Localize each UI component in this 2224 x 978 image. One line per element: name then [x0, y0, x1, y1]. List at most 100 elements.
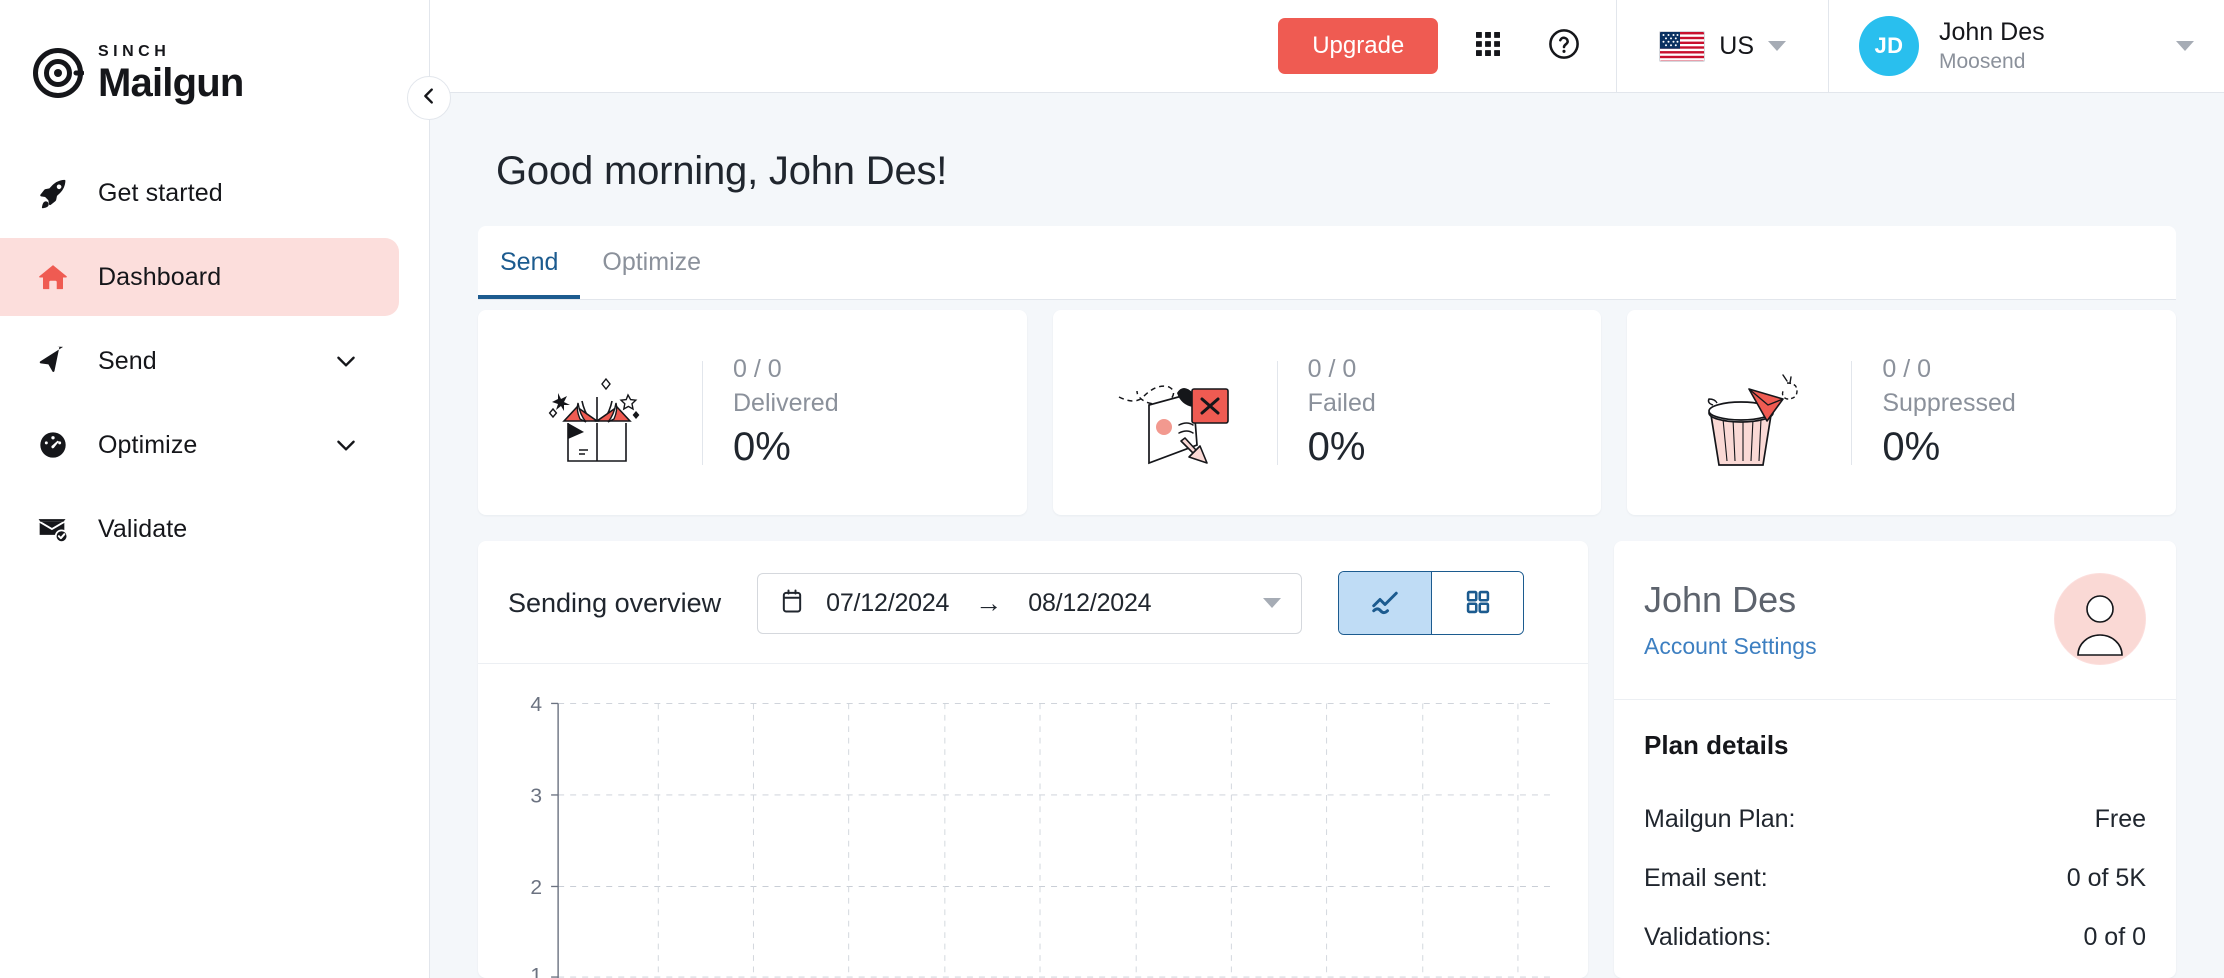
right-pane: Upgrade [430, 0, 2224, 978]
sidebar-collapse-button[interactable] [407, 76, 451, 120]
line-chart-icon [1370, 587, 1400, 620]
view-toggle-chart[interactable] [1339, 572, 1431, 634]
sending-overview-chart[interactable]: 4 3 2 1 [478, 664, 1588, 978]
grid-cards-icon [1464, 588, 1492, 619]
sending-overview-card: Sending overview 07/12/2024 → [478, 541, 1588, 978]
plan-row-validations: Validations: 0 of 0 [1644, 909, 2146, 968]
account-settings-link[interactable]: Account Settings [1644, 633, 1817, 660]
stat-label: Failed [1308, 387, 1376, 421]
brand-mailgun-text: Mailgun [98, 63, 244, 103]
chevron-left-icon [418, 85, 440, 112]
brand-logo[interactable]: SINCH Mailgun [0, 14, 429, 118]
stat-card-delivered[interactable]: 0 / 0 Delivered 0% [478, 310, 1027, 515]
stat-ratio: 0 / 0 [733, 353, 839, 387]
plan-row-label: Email sent: [1644, 864, 1768, 893]
stat-label: Suppressed [1882, 387, 2015, 421]
lower-row: Sending overview 07/12/2024 → [478, 541, 2176, 978]
y-tick-label: 3 [530, 785, 542, 807]
envelope-check-icon [34, 510, 72, 548]
gauge-icon [34, 426, 72, 464]
stat-percent: 0% [1882, 422, 2015, 472]
view-toggle-group [1338, 571, 1524, 635]
sidebar-item-dashboard[interactable]: Dashboard [0, 238, 399, 316]
tab-optimize[interactable]: Optimize [580, 226, 723, 299]
open-box-confetti-illustration [502, 338, 692, 488]
sending-overview-header: Sending overview 07/12/2024 → [478, 541, 1588, 664]
help-button[interactable] [1538, 20, 1590, 72]
user-menu[interactable]: JD John Des Moosend [1829, 0, 2224, 92]
paper-plane-icon [34, 342, 72, 380]
sidebar-item-label: Optimize [98, 431, 197, 460]
plan-row-label: Mailgun Plan: [1644, 805, 1795, 834]
profile-card: John Des Account Settings [1614, 541, 2176, 978]
sidebar: SINCH Mailgun Get started [0, 0, 430, 978]
stat-percent: 0% [733, 422, 839, 472]
plan-row-mailgun-plan: Mailgun Plan: Free [1644, 791, 2146, 850]
sidebar-item-send[interactable]: Send [0, 322, 399, 400]
profile-name: John Des [1644, 578, 1817, 621]
header-actions-group: Upgrade [1252, 0, 1616, 92]
mailgun-at-logo-icon [32, 47, 84, 99]
caret-down-icon [1768, 41, 1786, 51]
plan-row-value: 0 of 0 [2083, 923, 2146, 952]
top-header: Upgrade [430, 0, 2224, 93]
chevron-down-icon[interactable] [333, 348, 359, 374]
caret-down-icon [2176, 41, 2194, 51]
sidebar-item-label: Dashboard [98, 263, 221, 292]
stat-percent: 0% [1308, 422, 1376, 472]
plan-row-email-sent: Email sent: 0 of 5K [1644, 850, 2146, 909]
region-label: US [1719, 32, 1754, 61]
stat-divider [1277, 361, 1278, 465]
y-tick-label: 2 [530, 877, 542, 899]
account-sidebar-column: John Des Account Settings [1614, 541, 2176, 978]
sidebar-item-label: Get started [98, 179, 223, 208]
plan-details-title: Plan details [1644, 730, 2146, 761]
y-tick-label: 1 [530, 964, 542, 978]
stat-card-failed[interactable]: 0 / 0 Failed 0% [1053, 310, 1602, 515]
profile-header: John Des Account Settings [1614, 541, 2176, 700]
sending-overview-title: Sending overview [508, 588, 721, 619]
stat-ratio: 0 / 0 [1308, 353, 1376, 387]
region-selector[interactable]: US [1617, 0, 1828, 92]
question-circle-icon [1547, 27, 1581, 66]
sidebar-item-get-started[interactable]: Get started [0, 154, 399, 232]
date-start-value: 07/12/2024 [826, 589, 949, 618]
user-org: Moosend [1939, 50, 2045, 74]
main-content: Good morning, John Des! Send Optimize [430, 93, 2224, 978]
date-end-value: 08/12/2024 [1028, 589, 1151, 618]
trash-envelope-illustration [1651, 338, 1841, 488]
sidebar-item-label: Validate [98, 515, 187, 544]
caret-down-icon[interactable] [1263, 598, 1281, 608]
upgrade-button[interactable]: Upgrade [1278, 18, 1438, 75]
tabs: Send Optimize [478, 226, 2176, 299]
stat-card-suppressed[interactable]: 0 / 0 Suppressed 0% [1627, 310, 2176, 515]
home-icon [34, 258, 72, 296]
failed-letter-illustration [1077, 338, 1267, 488]
apps-grid-button[interactable] [1462, 20, 1514, 72]
page-title: Good morning, John Des! [496, 149, 2176, 194]
avatar: JD [1859, 16, 1919, 76]
user-avatar-icon [2054, 573, 2146, 665]
sidebar-item-label: Send [98, 347, 157, 376]
stat-label: Delivered [733, 387, 839, 421]
y-tick-label: 4 [530, 694, 542, 716]
plan-details-section: Plan details Mailgun Plan: Free Email se… [1614, 700, 2176, 968]
app-root: SINCH Mailgun Get started [0, 0, 2224, 978]
brand-sinch-text: SINCH [98, 44, 244, 60]
view-toggle-grid[interactable] [1431, 572, 1523, 634]
sidebar-item-validate[interactable]: Validate [0, 490, 399, 568]
rocket-icon [34, 174, 72, 212]
date-range-picker[interactable]: 07/12/2024 → 08/12/2024 [757, 573, 1302, 634]
plan-row-label: Validations: [1644, 923, 1771, 952]
plan-row-value: 0 of 5K [2067, 864, 2146, 893]
plan-row-value: Free [2095, 805, 2146, 834]
chart-svg: 4 3 2 1 [498, 692, 1560, 978]
stats-row: 0 / 0 Delivered 0% [478, 310, 2176, 515]
date-range-arrow-icon: → [975, 588, 1002, 619]
tabs-container: Send Optimize [478, 226, 2176, 300]
stat-divider [1851, 361, 1852, 465]
sidebar-nav: Get started Dashboard Send [0, 154, 429, 568]
sidebar-item-optimize[interactable]: Optimize [0, 406, 399, 484]
chevron-down-icon[interactable] [333, 432, 359, 458]
tab-send[interactable]: Send [478, 226, 580, 299]
